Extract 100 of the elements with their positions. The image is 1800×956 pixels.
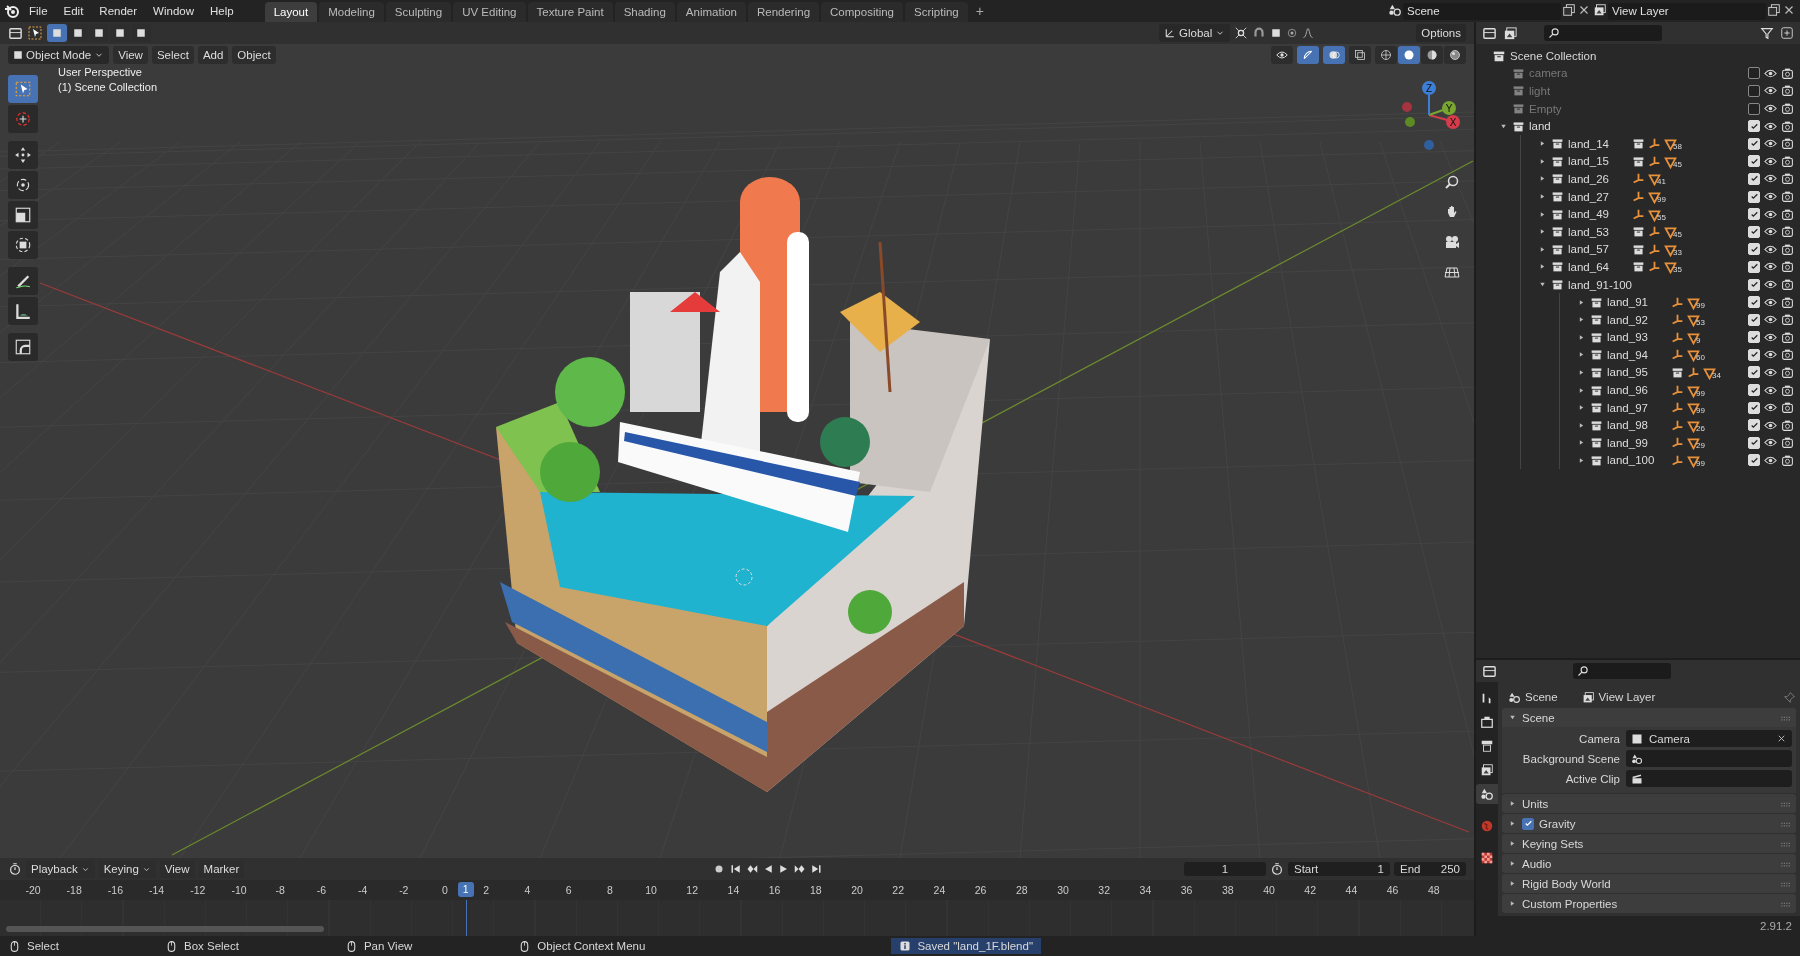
- copy-icon[interactable]: [1562, 2, 1576, 17]
- menu-item[interactable]: Edit: [56, 2, 91, 20]
- tool-button[interactable]: [8, 231, 38, 259]
- workspace-tab[interactable]: Texture Paint: [527, 2, 613, 22]
- start-frame-field[interactable]: Start 1: [1288, 862, 1390, 876]
- outliner-item[interactable]: land_26: [1568, 172, 1628, 185]
- panel-header[interactable]: Rigid Body World: [1502, 874, 1796, 893]
- display-mode-icon[interactable]: [1503, 25, 1518, 41]
- mode-dropdown[interactable]: Object Mode: [8, 46, 110, 64]
- options-dropdown[interactable]: Options: [1416, 24, 1466, 42]
- camera-icon[interactable]: [1781, 137, 1794, 151]
- outliner-item[interactable]: land_57: [1568, 243, 1628, 256]
- navigation-gizmo[interactable]: Z Y X: [1402, 81, 1460, 150]
- camera-icon[interactable]: [1781, 330, 1794, 344]
- outliner-item[interactable]: land: [1529, 120, 1589, 133]
- workspace-tab[interactable]: Shading: [614, 2, 675, 22]
- panel-header[interactable]: Custom Properties: [1502, 894, 1796, 913]
- workspace-tab[interactable]: UV Editing: [453, 2, 526, 22]
- visibility-checkbox[interactable]: [1748, 67, 1760, 80]
- shading-button[interactable]: [1398, 46, 1420, 64]
- menu-button[interactable]: Add: [197, 46, 229, 64]
- tool-button[interactable]: [8, 297, 38, 325]
- shading-button[interactable]: [1421, 46, 1443, 64]
- camera-icon[interactable]: [1781, 260, 1794, 274]
- camera-icon[interactable]: [1781, 366, 1794, 379]
- camera-icon[interactable]: [1781, 278, 1794, 291]
- close-icon[interactable]: [1776, 733, 1787, 744]
- camera-icon[interactable]: [1781, 242, 1794, 256]
- outliner-item[interactable]: land_99: [1607, 436, 1667, 449]
- menu-button[interactable]: Object: [232, 46, 276, 64]
- stopwatch-icon[interactable]: [1270, 862, 1284, 876]
- shading-button[interactable]: [1444, 46, 1466, 64]
- new-collection-icon[interactable]: [1780, 26, 1794, 40]
- camera-icon[interactable]: [1781, 102, 1794, 116]
- outliner-item[interactable]: land_27: [1568, 190, 1628, 203]
- outliner-item[interactable]: land_95: [1607, 366, 1667, 379]
- outliner-item[interactable]: land_92: [1607, 313, 1667, 326]
- view-layer-field[interactable]: View Layer: [1608, 2, 1766, 20]
- workspace-tab[interactable]: Sculpting: [385, 2, 452, 22]
- outliner-item[interactable]: land_98: [1607, 419, 1667, 432]
- add-workspace-button[interactable]: +: [969, 3, 990, 19]
- pivot-icon[interactable]: [1234, 26, 1249, 40]
- workspace-tab[interactable]: Compositing: [821, 2, 903, 22]
- outliner-item[interactable]: land_64: [1568, 260, 1628, 273]
- scene-field[interactable]: Scene: [1403, 2, 1561, 20]
- workspace-tab[interactable]: Modeling: [319, 2, 384, 22]
- panel-header[interactable]: Audio: [1502, 854, 1796, 873]
- axis-handle[interactable]: Y: [1442, 101, 1456, 115]
- value-field[interactable]: [1626, 750, 1792, 767]
- panel-header[interactable]: Units: [1502, 794, 1796, 813]
- menu-item[interactable]: Window: [146, 2, 201, 20]
- menu-item[interactable]: Help: [203, 2, 241, 20]
- select-mode-button[interactable]: [47, 24, 67, 42]
- scene-icon[interactable]: [1388, 2, 1402, 17]
- shading-button[interactable]: [1375, 46, 1397, 64]
- select-mode-button[interactable]: [68, 24, 88, 42]
- tool-button[interactable]: [8, 333, 38, 361]
- falloff-icon[interactable]: [1302, 27, 1315, 39]
- camera-icon[interactable]: [1781, 154, 1794, 168]
- value-field[interactable]: Camera: [1626, 730, 1792, 747]
- menu-button[interactable]: View: [159, 860, 195, 878]
- camera-icon[interactable]: [1781, 190, 1794, 204]
- camera-icon[interactable]: [1781, 119, 1794, 133]
- camera-icon[interactable]: [1781, 418, 1794, 432]
- camera-icon[interactable]: [1444, 234, 1460, 250]
- workspace-tab[interactable]: Rendering: [748, 2, 820, 22]
- menu-button[interactable]: Keying: [98, 860, 156, 878]
- end-frame-field[interactable]: End 250: [1394, 862, 1466, 876]
- editor-type-icon[interactable]: [1482, 25, 1497, 41]
- tool-button[interactable]: [8, 267, 38, 295]
- camera-icon[interactable]: [1781, 84, 1794, 98]
- camera-icon[interactable]: [1781, 436, 1794, 450]
- toggle-button[interactable]: [1349, 46, 1371, 64]
- workspace-tab[interactable]: Layout: [264, 2, 318, 22]
- proportional-edit-icon[interactable]: [1286, 27, 1299, 39]
- tool-button[interactable]: [8, 141, 38, 169]
- camera-icon[interactable]: [1781, 225, 1794, 239]
- camera-icon[interactable]: [1781, 453, 1794, 467]
- properties-tab[interactable]: [1476, 784, 1498, 804]
- menu-button[interactable]: View: [113, 46, 148, 64]
- search-field[interactable]: [1573, 663, 1671, 679]
- outliner-item[interactable]: land_100: [1607, 454, 1667, 467]
- playhead-frame[interactable]: 1: [457, 882, 474, 897]
- pin-icon[interactable]: [1783, 690, 1796, 704]
- zoom-icon[interactable]: [1444, 174, 1460, 190]
- eye-icon[interactable]: [1764, 278, 1777, 291]
- camera-icon[interactable]: [1781, 207, 1794, 221]
- outliner-item[interactable]: land_93: [1607, 331, 1667, 344]
- toggle-button[interactable]: [1271, 46, 1293, 64]
- outliner-item[interactable]: land_14: [1568, 137, 1628, 150]
- search-field[interactable]: [1544, 25, 1662, 41]
- editor-type-icon[interactable]: [1482, 663, 1497, 679]
- camera-icon[interactable]: [1781, 348, 1794, 362]
- eye-icon[interactable]: [1764, 366, 1777, 379]
- keyframe-jump-icon[interactable]: [794, 863, 807, 875]
- tool-button[interactable]: [8, 201, 38, 229]
- toggle-button[interactable]: [1323, 46, 1345, 64]
- keyframe-jump-icon[interactable]: [746, 863, 759, 875]
- outliner-item[interactable]: Scene Collection: [1510, 49, 1597, 62]
- camera-icon[interactable]: [1781, 66, 1794, 80]
